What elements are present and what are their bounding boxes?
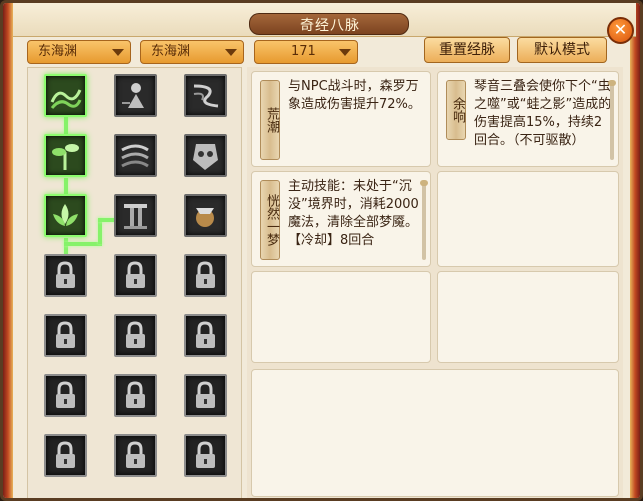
meridian-grid-panel (27, 67, 242, 498)
lock-icon[interactable] (184, 254, 227, 297)
skill-desc-3: 主动技能：未处于“沉没”境界时，消耗2000魔法，清除全部梦魇。【冷却】8回合 (288, 179, 419, 248)
lock-icon[interactable] (44, 314, 87, 357)
skill-card-empty (437, 271, 619, 363)
mask-icon[interactable] (184, 134, 227, 177)
skill-card-2[interactable]: 余响 琴音三叠会使你下个“虫之噬”或“蛙之影”造成的伤害提高15%，持续2回合。… (437, 71, 619, 167)
lock-icon[interactable] (44, 434, 87, 477)
figure-icon[interactable] (114, 74, 157, 117)
skill-name-3: 恍然一梦 (260, 180, 280, 260)
left-frame-edge (3, 3, 13, 498)
lock-icon[interactable] (114, 434, 157, 477)
scrollbar-thumb[interactable] (420, 180, 428, 186)
lock-icon[interactable] (184, 374, 227, 417)
right-frame-edge (630, 3, 640, 498)
window-title: 奇经八脉 (300, 18, 360, 34)
reset-meridian-button[interactable]: 重置经脉 (424, 37, 510, 63)
swirl-icon[interactable] (184, 74, 227, 117)
hand-icon[interactable] (184, 194, 227, 237)
school-dropdown-2[interactable]: 东海渊 (140, 40, 244, 64)
lock-icon[interactable] (114, 314, 157, 357)
school-dropdown-1[interactable]: 东海渊 (27, 40, 131, 64)
scrollbar[interactable] (420, 180, 428, 260)
meridian-link (64, 242, 102, 246)
wind-icon[interactable] (114, 134, 157, 177)
chevron-down-icon (112, 49, 124, 56)
dropdown-1-value: 东海渊 (38, 44, 78, 59)
skill-info-panel: 荒潮 与NPC战斗时，森罗万象造成伤害提升72%。 余响 琴音三叠会使你下个“虫… (247, 67, 623, 498)
title-plaque: 奇经八脉 (249, 13, 409, 35)
skill-card-1[interactable]: 荒潮 与NPC战斗时，森罗万象造成伤害提升72%。 (251, 71, 431, 167)
chevron-down-icon (225, 49, 237, 56)
lock-icon[interactable] (184, 314, 227, 357)
default-mode-button[interactable]: 默认模式 (517, 37, 607, 63)
scrollbar-thumb[interactable] (608, 80, 616, 86)
wave-icon[interactable] (44, 74, 87, 117)
level-value: 171 (291, 44, 316, 59)
chevron-down-icon (339, 49, 351, 56)
level-dropdown[interactable]: 171 (254, 40, 358, 64)
skill-desc-2: 琴音三叠会使你下个“虫之噬”或“蛙之影”造成的伤害提高15%，持续2回合。（不可… (474, 79, 612, 148)
lock-icon[interactable] (114, 254, 157, 297)
meridian-link (64, 117, 68, 135)
skill-card-empty (251, 271, 431, 363)
skill-name-1: 荒潮 (260, 80, 280, 160)
skill-card-empty (437, 171, 619, 267)
meridian-window: 奇经八脉 ✕ 东海渊 东海渊 171 重置经脉 默认模式 荒潮 与NPC战斗时，… (0, 0, 643, 501)
skill-card-3[interactable]: 恍然一梦 主动技能：未处于“沉没”境界时，消耗2000魔法，清除全部梦魇。【冷却… (251, 171, 431, 267)
skill-desc-1: 与NPC战斗时，森罗万象造成伤害提升72%。 (288, 79, 421, 112)
skill-name-2: 余响 (446, 80, 466, 140)
close-icon[interactable]: ✕ (607, 17, 634, 44)
dropdown-2-value: 东海渊 (151, 44, 191, 59)
plant-icon[interactable] (44, 134, 87, 177)
lock-icon[interactable] (184, 434, 227, 477)
lotus-icon[interactable] (44, 194, 87, 237)
pillar-icon[interactable] (114, 194, 157, 237)
skill-card-empty (251, 369, 619, 497)
lock-icon[interactable] (44, 254, 87, 297)
lock-icon[interactable] (114, 374, 157, 417)
lock-icon[interactable] (44, 374, 87, 417)
scrollbar[interactable] (608, 80, 616, 160)
